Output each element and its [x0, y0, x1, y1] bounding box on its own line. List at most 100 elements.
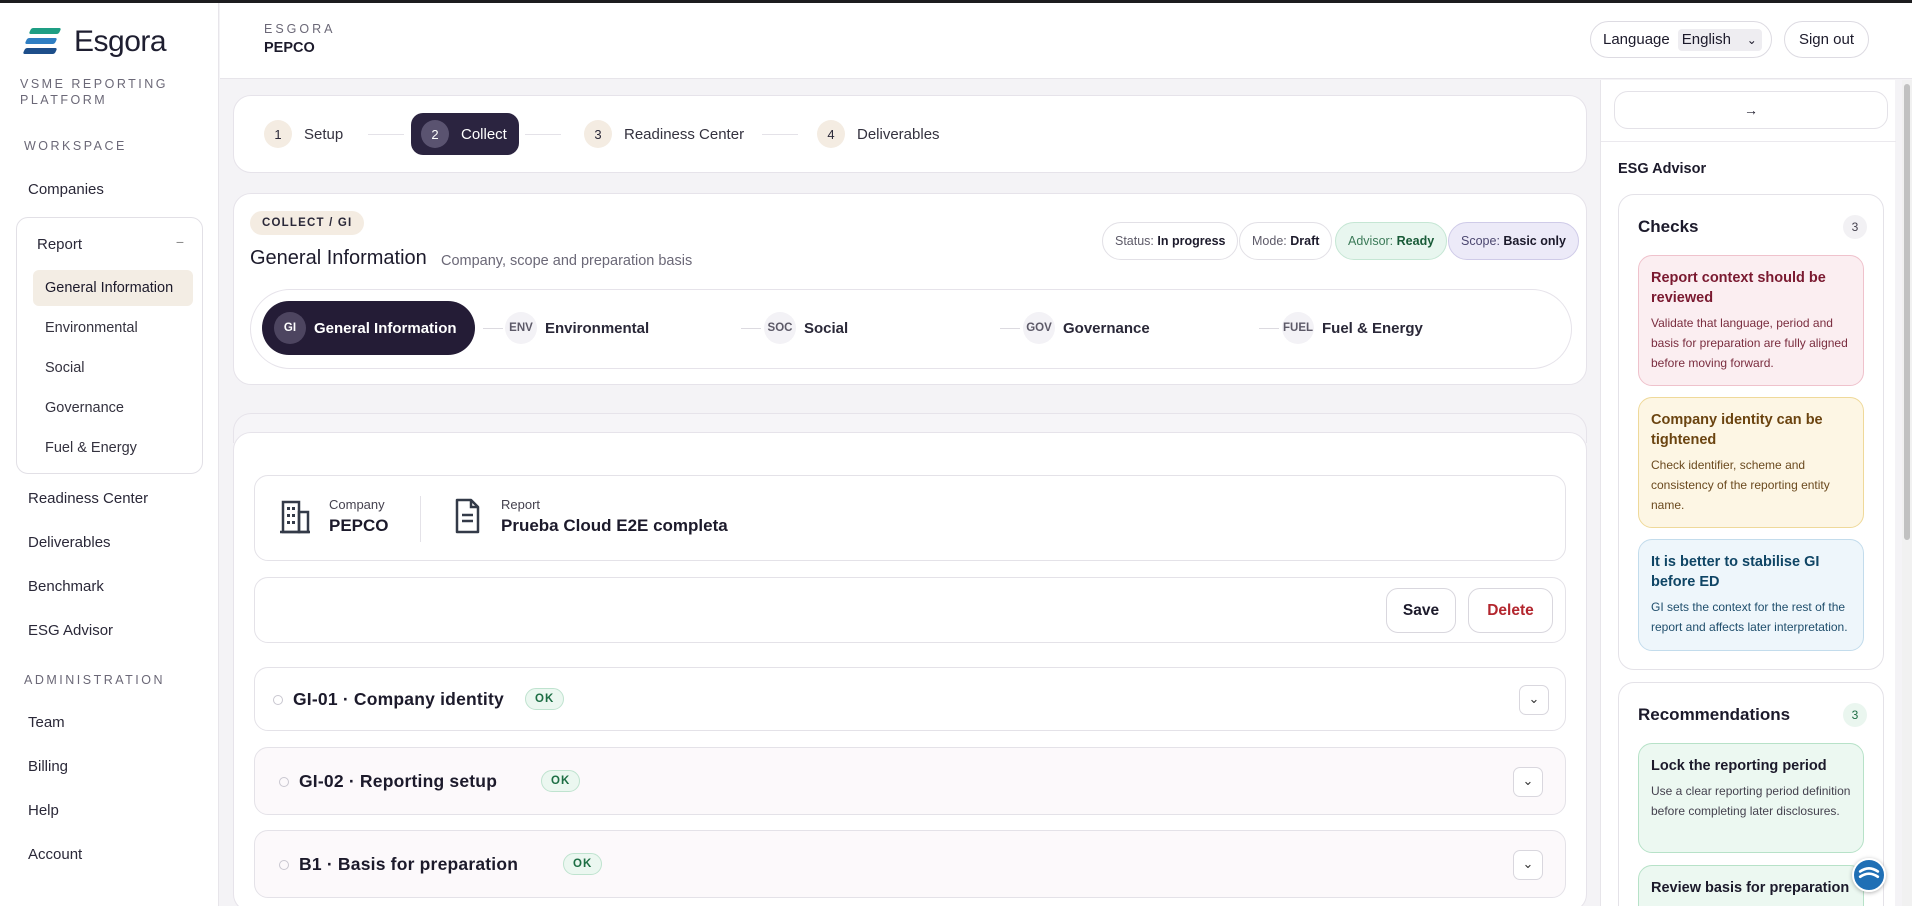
- check-title: Company identity can be tightened: [1651, 412, 1823, 448]
- section-basis-for-preparation[interactable]: B1 · Basis for preparation OK ⌄: [254, 830, 1566, 898]
- divider: [420, 496, 421, 542]
- scope-label: Scope:: [1461, 234, 1500, 248]
- sidebar-item-esg-advisor[interactable]: ESG Advisor: [28, 622, 113, 639]
- recommendation-item[interactable]: Lock the reporting period Use a clear re…: [1638, 743, 1864, 853]
- sidebar-item-benchmark[interactable]: Benchmark: [28, 578, 104, 595]
- expand-section-button[interactable]: ⌄: [1513, 850, 1543, 880]
- sidebar-subitem-governance[interactable]: Governance: [33, 390, 193, 426]
- support-chat-button[interactable]: [1852, 858, 1886, 892]
- tab-fuel-energy[interactable]: FUEL Fuel & Energy: [1282, 301, 1423, 355]
- report-value: Prueba Cloud E2E completa: [501, 515, 728, 535]
- save-button[interactable]: Save: [1386, 588, 1456, 633]
- general-information-form: Company PEPCO Report Prueba Cloud E2E co…: [233, 432, 1587, 906]
- tab-label: Fuel & Energy: [1322, 319, 1423, 337]
- mode-pill: Mode: Draft: [1239, 222, 1333, 260]
- section-title: GI-02 · Reporting setup: [299, 771, 498, 791]
- sidebar-subitem-social[interactable]: Social: [33, 350, 193, 386]
- workflow-stepper: 1 Setup 2 Collect 3 Readiness Center 4 D…: [233, 95, 1587, 173]
- advisor-title: ESG Advisor: [1618, 161, 1707, 177]
- step-deliverables[interactable]: 4 Deliverables: [817, 113, 940, 155]
- recommendations-group: Recommendations 3 Lock the reporting per…: [1618, 682, 1884, 906]
- step-label: Readiness Center: [624, 125, 745, 143]
- platform-label: VSME REPORTING PLATFORM: [20, 77, 168, 107]
- step-label: Deliverables: [857, 125, 940, 143]
- recommendation-item[interactable]: Review basis for preparation: [1638, 865, 1864, 906]
- scope-pill: Scope: Basic only: [1448, 222, 1579, 260]
- section-company-identity[interactable]: GI-01 · Company identity OK ⌄: [254, 667, 1566, 731]
- company-label: Company: [329, 496, 385, 512]
- sidebar-subitem-environmental[interactable]: Environmental: [33, 310, 193, 346]
- step-number: 3: [584, 120, 612, 148]
- sign-out-button[interactable]: Sign out: [1784, 21, 1869, 58]
- expand-section-button[interactable]: ⌄: [1513, 767, 1543, 797]
- sidebar-item-report[interactable]: Report: [37, 236, 82, 253]
- check-description: Check identifier, scheme and consistency…: [1651, 458, 1830, 512]
- tab-general-information[interactable]: GI General Information: [262, 301, 475, 355]
- status-value: In progress: [1157, 234, 1226, 248]
- checks-count: 3: [1843, 215, 1867, 239]
- status-badge: OK: [525, 688, 565, 710]
- tab-label: Social: [804, 319, 849, 337]
- chat-wave-icon: [1858, 867, 1880, 879]
- brand-logo[interactable]: Esgora: [22, 25, 167, 59]
- administration-label: ADMINISTRATION: [24, 673, 166, 687]
- step-readiness-center[interactable]: 3 Readiness Center: [584, 113, 744, 155]
- check-item[interactable]: Report context should be reviewed Valida…: [1638, 255, 1864, 386]
- sidebar-subitem-fuel-energy[interactable]: Fuel & Energy: [33, 430, 193, 466]
- step-setup[interactable]: 1 Setup: [264, 113, 343, 155]
- sidebar-item-account[interactable]: Account: [28, 846, 82, 863]
- panel-scrollbar[interactable]: [1902, 80, 1912, 906]
- sidebar-item-billing[interactable]: Billing: [28, 758, 68, 775]
- esg-advisor-panel: → ESG Advisor Checks 3 Report context sh…: [1600, 80, 1896, 906]
- sidebar-item-companies[interactable]: Companies: [28, 181, 104, 198]
- brand-name: Esgora: [74, 25, 167, 58]
- sidebar-subitem-general-information[interactable]: General Information: [33, 270, 193, 306]
- language-select[interactable]: English ⌄: [1677, 28, 1762, 51]
- step-connector: [525, 134, 561, 135]
- delete-button[interactable]: Delete: [1468, 588, 1553, 633]
- sidebar-report-group: Report − General Information Environment…: [16, 217, 203, 474]
- sidebar-item-deliverables[interactable]: Deliverables: [28, 534, 111, 551]
- header-company: PEPCO: [264, 40, 315, 56]
- tab-label: General Information: [314, 319, 457, 337]
- section-status-dot: [279, 860, 289, 870]
- tab-code: FUEL: [1282, 312, 1314, 344]
- expand-section-button[interactable]: ⌄: [1519, 685, 1549, 715]
- collapse-report-toggle[interactable]: −: [176, 234, 184, 250]
- tab-governance[interactable]: GOV Governance: [1023, 301, 1150, 355]
- language-label: Language: [1603, 31, 1670, 48]
- advisor-label: Advisor:: [1348, 234, 1394, 248]
- check-item[interactable]: It is better to stabilise GI before ED G…: [1638, 539, 1864, 651]
- tab-environmental[interactable]: ENV Environmental: [505, 301, 649, 355]
- sidebar-item-team[interactable]: Team: [28, 714, 65, 731]
- collapse-panel-button[interactable]: →: [1614, 91, 1888, 129]
- step-connector: [368, 134, 404, 135]
- tab-connector: [741, 328, 761, 329]
- scrollbar-thumb[interactable]: [1904, 84, 1910, 540]
- page-subtitle: Company, scope and preparation basis: [441, 253, 693, 269]
- step-collect[interactable]: 2 Collect: [411, 113, 519, 155]
- recommendations-count: 3: [1843, 703, 1867, 727]
- workspace-label: WORKSPACE: [24, 139, 127, 153]
- check-item[interactable]: Company identity can be tightened Check …: [1638, 397, 1864, 528]
- step-label: Collect: [461, 125, 507, 143]
- step-number: 2: [421, 120, 449, 148]
- sidebar-item-readiness-center[interactable]: Readiness Center: [28, 490, 148, 507]
- context-summary: Company PEPCO Report Prueba Cloud E2E co…: [254, 475, 1566, 561]
- sidebar-item-help[interactable]: Help: [28, 802, 59, 819]
- tab-connector: [1000, 328, 1020, 329]
- top-header: ESGORA PEPCO Language English ⌄ Sign out: [220, 3, 1912, 79]
- language-value: English: [1681, 30, 1731, 48]
- recommendation-title: Review basis for preparation: [1651, 880, 1850, 896]
- tab-label: Governance: [1063, 319, 1150, 337]
- language-selector: Language English ⌄: [1590, 21, 1772, 58]
- section-reporting-setup[interactable]: GI-02 · Reporting setup OK ⌄: [254, 747, 1566, 815]
- general-information-card: COLLECT / GI General Information Company…: [233, 193, 1587, 385]
- recommendation-description: Use a clear reporting period definition …: [1651, 784, 1851, 818]
- tab-social[interactable]: SOC Social: [764, 301, 848, 355]
- status-pill: Status: In progress: [1102, 222, 1239, 260]
- status-badge: OK: [563, 853, 603, 875]
- breadcrumb-tag: COLLECT / GI: [250, 211, 365, 235]
- module-tabs: GI General Information ENV Environmental…: [250, 289, 1572, 369]
- tab-connector: [1259, 328, 1279, 329]
